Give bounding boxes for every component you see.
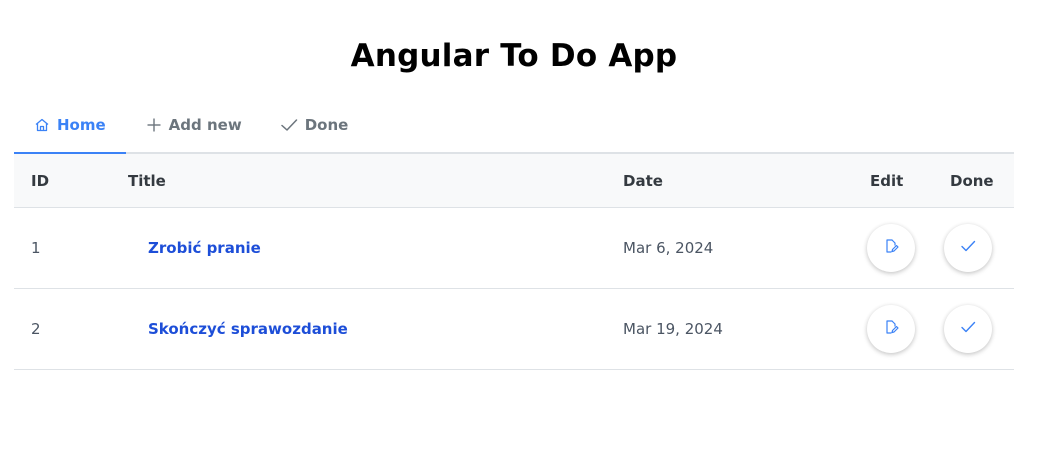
column-header-done: Done — [950, 171, 994, 190]
column-header-title: Title — [128, 171, 166, 190]
mark-done-button[interactable] — [944, 224, 992, 272]
column-header-id: ID — [31, 171, 50, 190]
tab-home-label: Home — [57, 115, 106, 134]
column-header-date: Date — [623, 171, 663, 190]
column-header-edit: Edit — [870, 171, 904, 190]
page: Angular To Do App Home Add new Done ID T… — [0, 0, 1053, 449]
check-icon — [280, 117, 298, 133]
row-date: Mar 19, 2024 — [623, 320, 723, 338]
edit-button[interactable] — [867, 224, 915, 272]
row-title-cell: Skończyć sprawozdanie — [128, 320, 623, 338]
row-title-cell: Zrobić pranie — [128, 239, 623, 257]
check-icon — [960, 238, 976, 258]
tab-done[interactable]: Done — [280, 97, 369, 152]
mark-done-button[interactable] — [944, 305, 992, 353]
table-header: ID Title Date Edit Done — [14, 154, 1014, 208]
todo-title-link[interactable]: Zrobić pranie — [128, 239, 261, 257]
todo-title-link[interactable]: Skończyć sprawozdanie — [128, 320, 348, 338]
tab-home[interactable]: Home — [14, 97, 126, 154]
check-icon — [960, 319, 976, 339]
tab-add-new[interactable]: Add new — [126, 97, 280, 152]
edit-icon — [883, 238, 899, 258]
home-icon — [34, 117, 50, 133]
row-edit-cell — [867, 305, 950, 353]
row-date: Mar 6, 2024 — [623, 239, 714, 257]
row-done-cell — [944, 224, 1014, 272]
todo-table: ID Title Date Edit Done 1 Zrobić pranie … — [14, 154, 1014, 370]
tab-done-label: Done — [304, 115, 349, 134]
row-edit-cell — [867, 224, 950, 272]
table-row: 1 Zrobić pranie Mar 6, 2024 — [14, 208, 1014, 289]
edit-icon — [883, 319, 899, 339]
row-id: 2 — [31, 320, 41, 338]
edit-button[interactable] — [867, 305, 915, 353]
tab-add-new-label: Add new — [168, 115, 242, 134]
table-row: 2 Skończyć sprawozdanie Mar 19, 2024 — [14, 289, 1014, 370]
tab-bar: Home Add new Done — [14, 97, 1014, 154]
row-done-cell — [944, 305, 1014, 353]
page-title: Angular To Do App — [350, 38, 678, 74]
plus-icon — [146, 117, 162, 133]
row-id: 1 — [31, 239, 41, 257]
